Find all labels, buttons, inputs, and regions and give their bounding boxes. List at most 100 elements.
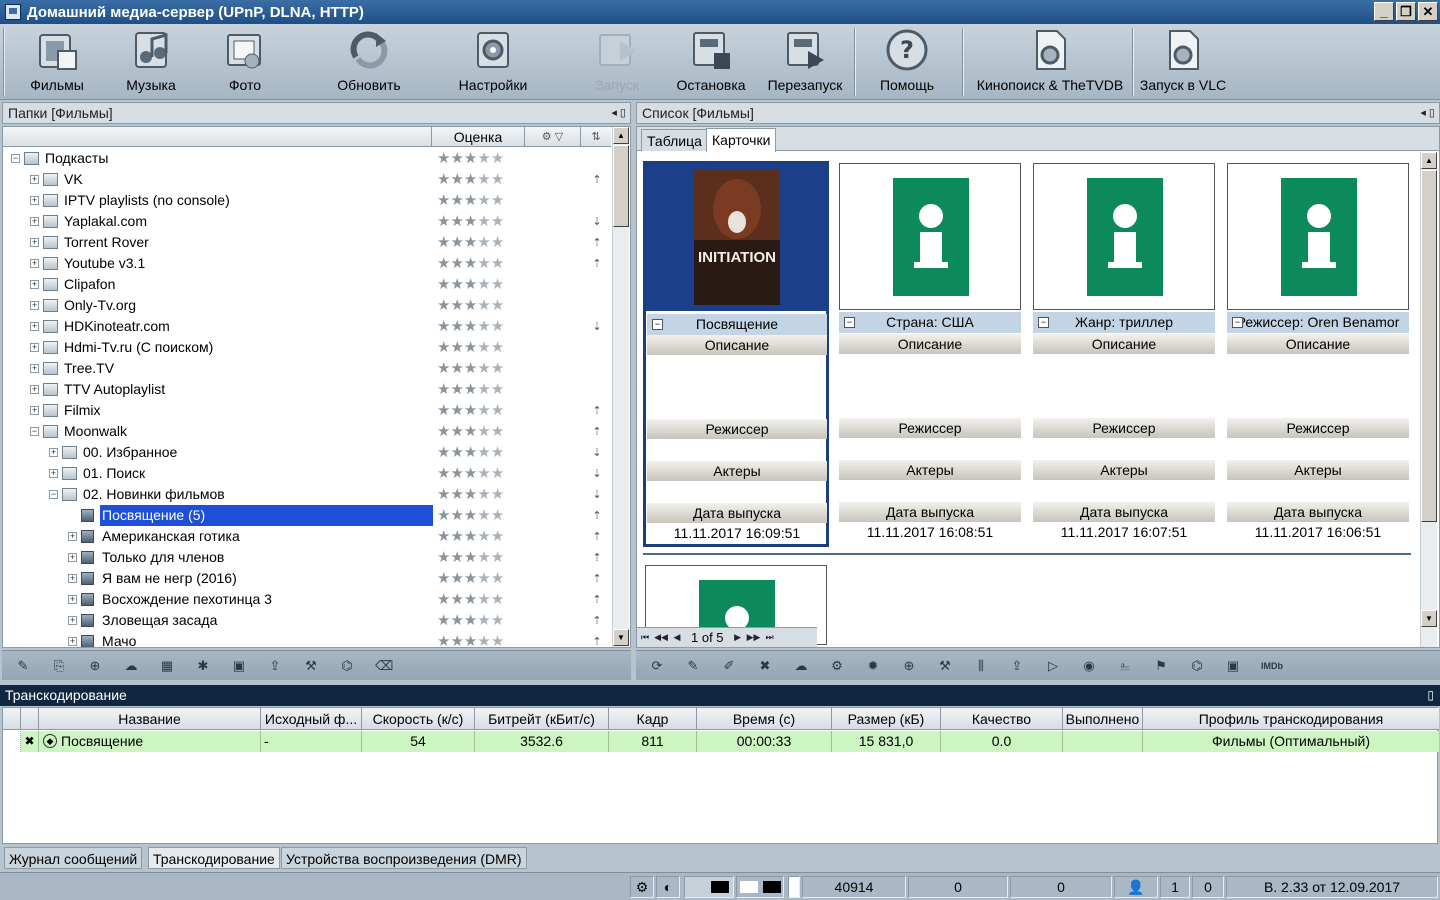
star-icon[interactable]: ★: [450, 528, 463, 545]
add-icon[interactable]: ⊕: [901, 658, 917, 674]
tab-transcoding[interactable]: Транскодирование: [148, 847, 280, 869]
section-description[interactable]: Описание: [839, 334, 1021, 354]
tree-item[interactable]: + Зловещая засада ★★★★★ ⇡: [3, 610, 611, 631]
sort-arrow-icon[interactable]: ⇡: [589, 173, 605, 187]
save-icon[interactable]: ▣: [231, 658, 247, 674]
scroll-thumb[interactable]: [613, 145, 629, 227]
star-icon[interactable]: ★: [477, 570, 490, 587]
section-release-date[interactable]: Дата выпуска: [839, 502, 1021, 522]
status-icon-a[interactable]: ⚙: [630, 876, 654, 898]
star-icon[interactable]: ★: [450, 297, 463, 314]
tree-item-label[interactable]: Torrent Rover: [62, 232, 151, 253]
star-icon[interactable]: ★: [450, 255, 463, 272]
star-icon[interactable]: ★: [491, 213, 504, 230]
rating-stars[interactable]: ★★★★★: [437, 463, 504, 484]
star-icon[interactable]: ★: [464, 486, 477, 503]
info-icon[interactable]: ◆: [43, 734, 57, 748]
expand-icon[interactable]: +: [30, 385, 39, 394]
expand-icon[interactable]: +: [30, 406, 39, 415]
sort-arrow-icon[interactable]: ⇣: [589, 320, 605, 334]
refresh-button[interactable]: Обновить: [330, 26, 408, 98]
star-icon[interactable]: ★: [437, 549, 450, 566]
expand-icon[interactable]: +: [30, 259, 39, 268]
tree-item-label[interactable]: Tree.TV: [62, 358, 116, 379]
star-icon[interactable]: ★: [477, 318, 490, 335]
sort-arrow-icon[interactable]: ⇡: [589, 509, 605, 523]
cancel-icon[interactable]: ✖: [21, 731, 39, 752]
tree-item[interactable]: + Восхождение пехотинца 3 ★★★★★ ⇡: [3, 589, 611, 610]
tree-item-label[interactable]: Мачо: [100, 631, 138, 647]
expand-icon[interactable]: +: [68, 532, 77, 541]
star-icon[interactable]: ★: [464, 171, 477, 188]
star-icon[interactable]: ★: [464, 360, 477, 377]
col-source[interactable]: Исходный ф...: [261, 708, 362, 730]
section-actors[interactable]: Актеры: [647, 461, 827, 481]
tree-item[interactable]: + Yaplakal.com ★★★★★ ⇣: [3, 211, 611, 232]
col-profile[interactable]: Профиль транскодирования: [1143, 708, 1439, 730]
star-icon[interactable]: ★: [464, 381, 477, 398]
star-icon[interactable]: ★: [477, 150, 490, 167]
sort-arrow-icon[interactable]: ⇡: [589, 635, 605, 647]
tree-item-label[interactable]: Youtube v3.1: [62, 253, 147, 274]
star-icon[interactable]: ★: [437, 339, 450, 356]
expand-icon[interactable]: +: [30, 322, 39, 331]
help-button[interactable]: ? Помощь: [874, 26, 940, 98]
star-icon[interactable]: ★: [450, 549, 463, 566]
rating-stars[interactable]: ★★★★★: [437, 232, 504, 253]
star-icon[interactable]: ★: [491, 150, 504, 167]
start-button[interactable]: Запуск: [588, 26, 646, 98]
network-icon[interactable]: ⌬: [1189, 658, 1205, 674]
card-director[interactable]: − Режиссер: Oren Benamor Описание Режиссе…: [1227, 163, 1409, 547]
rating-stars[interactable]: ★★★★★: [437, 316, 504, 337]
star-icon[interactable]: ★: [437, 507, 450, 524]
star-icon[interactable]: ★: [477, 507, 490, 524]
export-icon[interactable]: ⇪: [267, 658, 283, 674]
section-actors[interactable]: Актеры: [1033, 460, 1215, 480]
tree-item[interactable]: + Clipafon ★★★★★: [3, 274, 611, 295]
star-icon[interactable]: ★: [437, 255, 450, 272]
star-icon[interactable]: ★: [477, 234, 490, 251]
tree-item[interactable]: + Я вам не негр (2016) ★★★★★ ⇡: [3, 568, 611, 589]
star-icon[interactable]: ★: [450, 234, 463, 251]
section-director[interactable]: Режиссер: [647, 419, 827, 439]
status-icon-b[interactable]: ◐: [656, 876, 680, 898]
sort-arrow-icon[interactable]: ⇣: [589, 215, 605, 229]
tree-item-label[interactable]: 00. Избранное: [81, 442, 179, 463]
star-icon[interactable]: ★: [464, 276, 477, 293]
star-icon[interactable]: ★: [437, 276, 450, 293]
star-icon[interactable]: ★: [464, 570, 477, 587]
cards-scrollbar[interactable]: ▲ ▼: [1420, 152, 1437, 647]
photo-button[interactable]: Фото: [215, 26, 275, 98]
sort-arrow-icon[interactable]: ⇡: [589, 551, 605, 565]
star-icon[interactable]: ★: [450, 318, 463, 335]
save-icon[interactable]: ▣: [1225, 658, 1241, 674]
star-icon[interactable]: ★: [491, 549, 504, 566]
subtitle-icon[interactable]: ⎁: [1117, 658, 1133, 674]
tree-item-label[interactable]: Восхождение пехотинца 3: [100, 589, 274, 610]
star-icon[interactable]: ★: [464, 528, 477, 545]
tree-item[interactable]: + Только для членов ★★★★★ ⇡: [3, 547, 611, 568]
gear-icon[interactable]: ✹: [865, 658, 881, 674]
rating-stars[interactable]: ★★★★★: [437, 568, 504, 589]
tree-item-label[interactable]: Yaplakal.com: [62, 211, 149, 232]
star-icon[interactable]: ★: [477, 339, 490, 356]
expand-icon[interactable]: +: [49, 469, 58, 478]
export-icon[interactable]: ⇪: [1009, 658, 1025, 674]
edit-icon[interactable]: ✎: [15, 658, 31, 674]
rating-stars[interactable]: ★★★★★: [437, 505, 504, 526]
expand-icon[interactable]: +: [30, 196, 39, 205]
tree-item-label[interactable]: IPTV playlists (no console): [62, 190, 232, 211]
section-actors[interactable]: Актеры: [839, 460, 1021, 480]
rating-stars[interactable]: ★★★★★: [437, 631, 504, 647]
star-icon[interactable]: ★: [450, 339, 463, 356]
star-icon[interactable]: ★: [477, 171, 490, 188]
add-folder-icon[interactable]: ⊕: [87, 658, 103, 674]
rating-stars[interactable]: ★★★★★: [437, 547, 504, 568]
close-button[interactable]: ✕: [1418, 2, 1438, 21]
star-icon[interactable]: ★: [464, 507, 477, 524]
rating-stars[interactable]: ★★★★★: [437, 379, 504, 400]
tree-item-label[interactable]: Только для членов: [100, 547, 226, 568]
sort-arrow-icon[interactable]: ⇡: [589, 530, 605, 544]
tree-item[interactable]: + IPTV playlists (no console) ★★★★★: [3, 190, 611, 211]
tree-item[interactable]: + Американская готика ★★★★★ ⇡: [3, 526, 611, 547]
